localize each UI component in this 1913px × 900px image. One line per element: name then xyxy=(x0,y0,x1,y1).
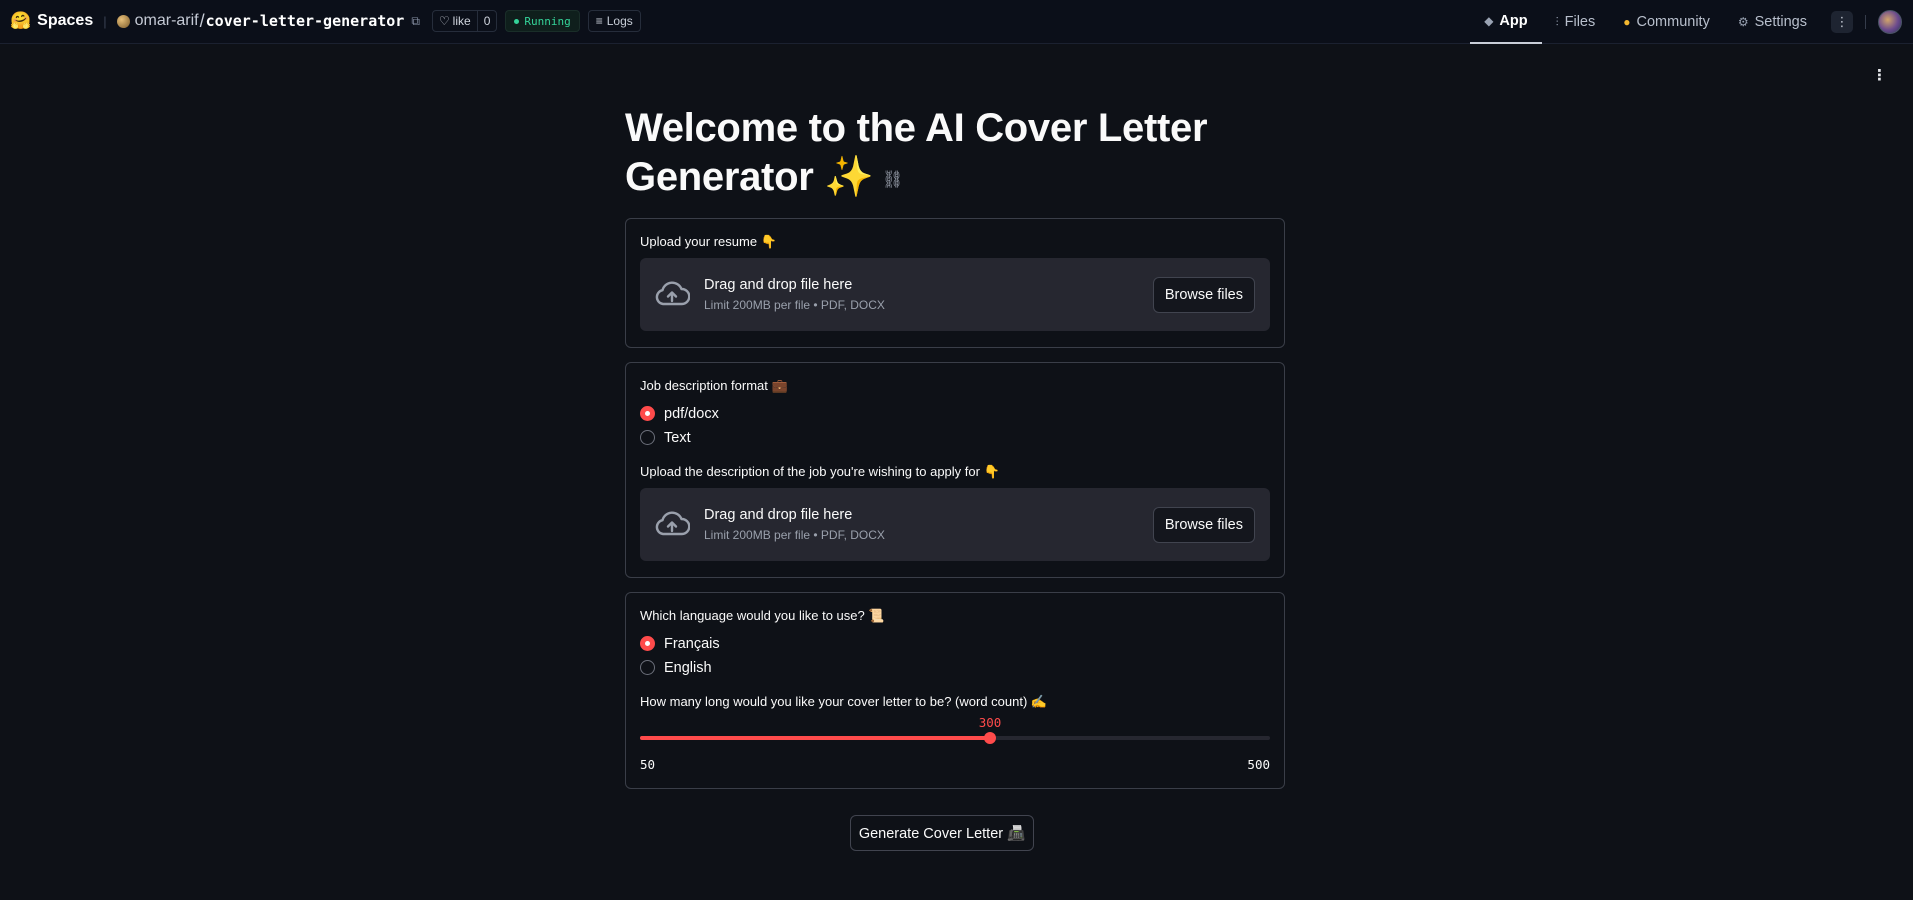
tab-settings[interactable]: ⚙ Settings xyxy=(1724,0,1821,44)
logs-icon: ≡ xyxy=(595,14,603,28)
status-badge: Running xyxy=(505,10,580,32)
resume-dropzone[interactable]: Drag and drop file here Limit 200MB per … xyxy=(640,257,1270,331)
file-limit-note: Limit 200MB per file • PDF, DOCX xyxy=(704,527,885,542)
main-content: Welcome to the AI Cover Letter Generator… xyxy=(625,104,1285,789)
vertical-dots-icon: ⋮ xyxy=(1835,14,1849,29)
like-count: 0 xyxy=(476,11,497,31)
slider-value: 300 xyxy=(978,714,1002,730)
resume-upload-card: Upload your resume 👇 Drag and drop file … xyxy=(625,217,1285,348)
cloud-upload-icon xyxy=(655,281,690,306)
job-description-card: Job description format 💼 pdf/docx Text U… xyxy=(625,361,1285,578)
file-limit-note: Limit 200MB per file • PDF, DOCX xyxy=(704,297,885,312)
top-navbar: 🤗 Spaces | omar-arif / cover-letter-gene… xyxy=(0,0,1913,44)
job-dropzone[interactable]: Drag and drop file here Limit 200MB per … xyxy=(640,487,1270,561)
tab-files-label: Files xyxy=(1564,14,1596,30)
community-icon: ● xyxy=(1623,15,1631,29)
repo-link[interactable]: cover-letter-generator xyxy=(206,12,405,30)
tab-app-label: App xyxy=(1499,13,1528,29)
tab-app[interactable]: ◆ App xyxy=(1470,0,1542,44)
length-label: How many long would you like your cover … xyxy=(640,693,1048,709)
dropzone-text: Drag and drop file here Limit 200MB per … xyxy=(704,277,885,312)
user-avatar[interactable] xyxy=(1878,10,1902,34)
drop-instructions: Drag and drop file here xyxy=(704,276,853,293)
radio-selected-icon[interactable] xyxy=(640,406,655,422)
generate-cover-letter-button[interactable]: Generate Cover Letter 📠 xyxy=(850,815,1034,851)
drop-instructions: Drag and drop file here xyxy=(704,506,853,523)
radio-english[interactable]: English xyxy=(640,656,1270,680)
divider: | xyxy=(103,13,107,29)
tab-community-label: Community xyxy=(1636,14,1710,30)
tab-community[interactable]: ● Community xyxy=(1609,0,1724,44)
radio-francais-label: Français xyxy=(664,635,720,652)
files-icon: ⫶ xyxy=(1555,14,1559,29)
radio-unselected-icon[interactable] xyxy=(640,660,655,676)
tab-settings-label: Settings xyxy=(1754,14,1807,30)
app-menu-icon[interactable]: ⋮ xyxy=(1872,66,1887,84)
job-browse-button[interactable]: Browse files xyxy=(1152,506,1255,543)
like-button[interactable]: ♡ like 0 xyxy=(431,10,498,32)
owner-avatar xyxy=(116,14,130,28)
logs-label: Logs xyxy=(606,14,633,28)
options-card: Which language would you like to use? 📜 … xyxy=(625,591,1285,789)
divider xyxy=(1865,15,1866,29)
dropzone-text: Drag and drop file here Limit 200MB per … xyxy=(704,507,885,542)
page-title: Welcome to the AI Cover Letter Generator… xyxy=(625,104,1285,204)
gear-icon: ⚙ xyxy=(1737,15,1749,29)
running-dot-icon xyxy=(514,18,520,24)
radio-pdf-docx[interactable]: pdf/docx xyxy=(640,402,1270,426)
radio-pdf-docx-label: pdf/docx xyxy=(664,405,719,422)
slider-track[interactable] xyxy=(640,735,1270,740)
radio-text-label: Text xyxy=(664,429,691,446)
heart-icon: ♡ xyxy=(438,14,450,28)
slider-fill xyxy=(640,735,990,740)
job-format-label: Job description format 💼 xyxy=(640,377,788,393)
copy-icon[interactable]: ⧉ xyxy=(411,14,420,29)
cube-icon: ◆ xyxy=(1484,14,1494,28)
resume-browse-button[interactable]: Browse files xyxy=(1152,276,1255,313)
path-separator: / xyxy=(199,10,205,31)
logs-button[interactable]: ≡ Logs xyxy=(587,10,641,32)
language-label: Which language would you like to use? 📜 xyxy=(640,607,885,623)
tab-files[interactable]: ⫶ Files xyxy=(1542,0,1610,44)
slider-min-label: 50 xyxy=(640,756,656,772)
word-count-slider[interactable]: 300 50 500 xyxy=(640,714,1270,772)
huggingface-logo-icon[interactable]: 🤗 xyxy=(10,11,31,31)
status-label: Running xyxy=(524,14,571,28)
radio-english-label: English xyxy=(664,659,712,676)
resume-upload-label: Upload your resume 👇 xyxy=(640,233,777,249)
like-label: like xyxy=(452,14,471,28)
radio-francais[interactable]: Français xyxy=(640,632,1270,656)
radio-unselected-icon[interactable] xyxy=(640,430,655,446)
job-upload-label: Upload the description of the job you're… xyxy=(640,463,1000,479)
navbar-right: ◆ App ⫶ Files ● Community ⚙ Settings ⋮ xyxy=(1470,0,1913,44)
cloud-upload-icon xyxy=(655,511,690,536)
slider-max-label: 500 xyxy=(1247,756,1270,772)
owner-link[interactable]: omar-arif xyxy=(135,12,199,30)
slider-thumb[interactable] xyxy=(984,731,996,744)
link-icon[interactable]: ⛓ xyxy=(882,170,904,189)
page-title-text: Welcome to the AI Cover Letter Generator… xyxy=(625,106,1208,199)
spaces-link[interactable]: Spaces xyxy=(37,12,93,30)
radio-text[interactable]: Text xyxy=(640,426,1270,450)
radio-selected-icon[interactable] xyxy=(640,636,655,652)
navbar-left: 🤗 Spaces | omar-arif / cover-letter-gene… xyxy=(10,0,641,42)
more-options-button[interactable]: ⋮ xyxy=(1831,11,1853,33)
